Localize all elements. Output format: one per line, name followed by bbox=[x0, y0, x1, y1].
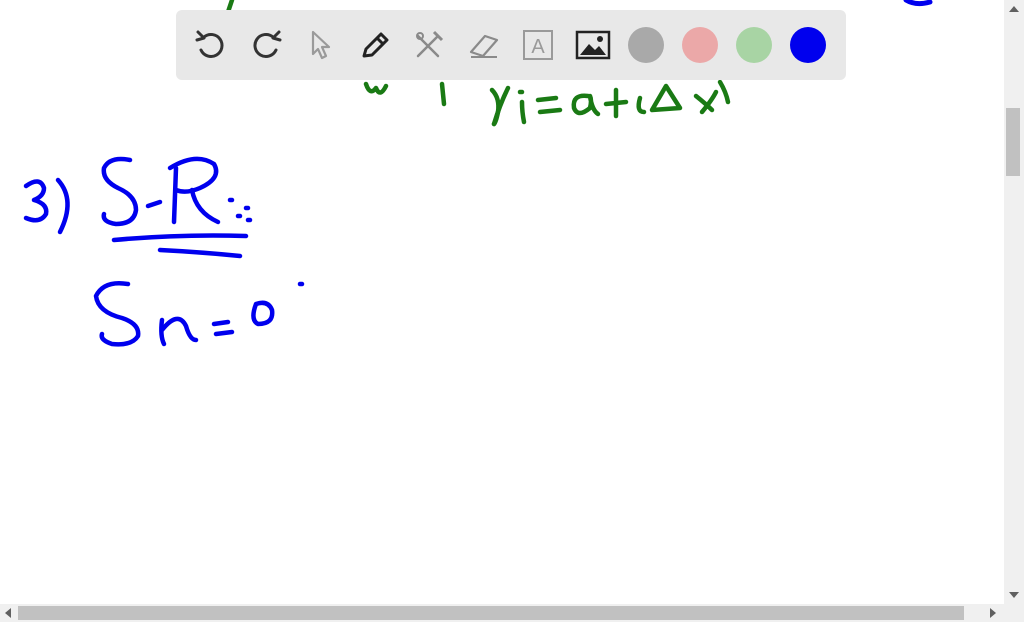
undo-button[interactable] bbox=[192, 26, 230, 64]
eraser-button[interactable] bbox=[465, 26, 503, 64]
vertical-scroll-thumb[interactable] bbox=[1006, 108, 1020, 176]
color-swatch-blue[interactable] bbox=[790, 27, 826, 63]
blue-note-strokes bbox=[23, 156, 305, 347]
image-icon bbox=[575, 30, 610, 60]
tools-button[interactable] bbox=[410, 26, 448, 64]
vertical-scrollbar[interactable] bbox=[1004, 0, 1024, 604]
color-swatch-gray[interactable] bbox=[628, 27, 664, 63]
pen-button[interactable] bbox=[356, 26, 394, 64]
horizontal-scroll-thumb[interactable] bbox=[18, 606, 964, 620]
redo-button[interactable] bbox=[247, 26, 285, 64]
scroll-right-arrow[interactable] bbox=[990, 608, 996, 618]
text-icon: A bbox=[523, 30, 553, 60]
scrollbar-corner bbox=[1004, 604, 1024, 622]
pointer-icon bbox=[311, 30, 331, 60]
whiteboard-canvas[interactable] bbox=[0, 0, 1004, 604]
undo-icon bbox=[195, 30, 224, 58]
redo-icon bbox=[252, 30, 281, 58]
drawing-toolbar: A bbox=[176, 10, 846, 80]
color-swatch-pink[interactable] bbox=[682, 27, 718, 63]
select-button[interactable] bbox=[301, 26, 339, 64]
handwriting-layer bbox=[23, 0, 933, 347]
tools-icon bbox=[416, 30, 444, 58]
pen-icon bbox=[362, 32, 388, 58]
text-button[interactable]: A bbox=[519, 26, 557, 64]
scroll-up-arrow[interactable] bbox=[1009, 6, 1019, 12]
scroll-down-arrow[interactable] bbox=[1009, 592, 1019, 598]
text-tool-glyph: A bbox=[531, 36, 545, 58]
color-swatch-light-green[interactable] bbox=[736, 27, 772, 63]
scroll-left-arrow[interactable] bbox=[5, 608, 11, 618]
eraser-icon bbox=[469, 34, 498, 58]
image-button[interactable] bbox=[574, 26, 612, 64]
